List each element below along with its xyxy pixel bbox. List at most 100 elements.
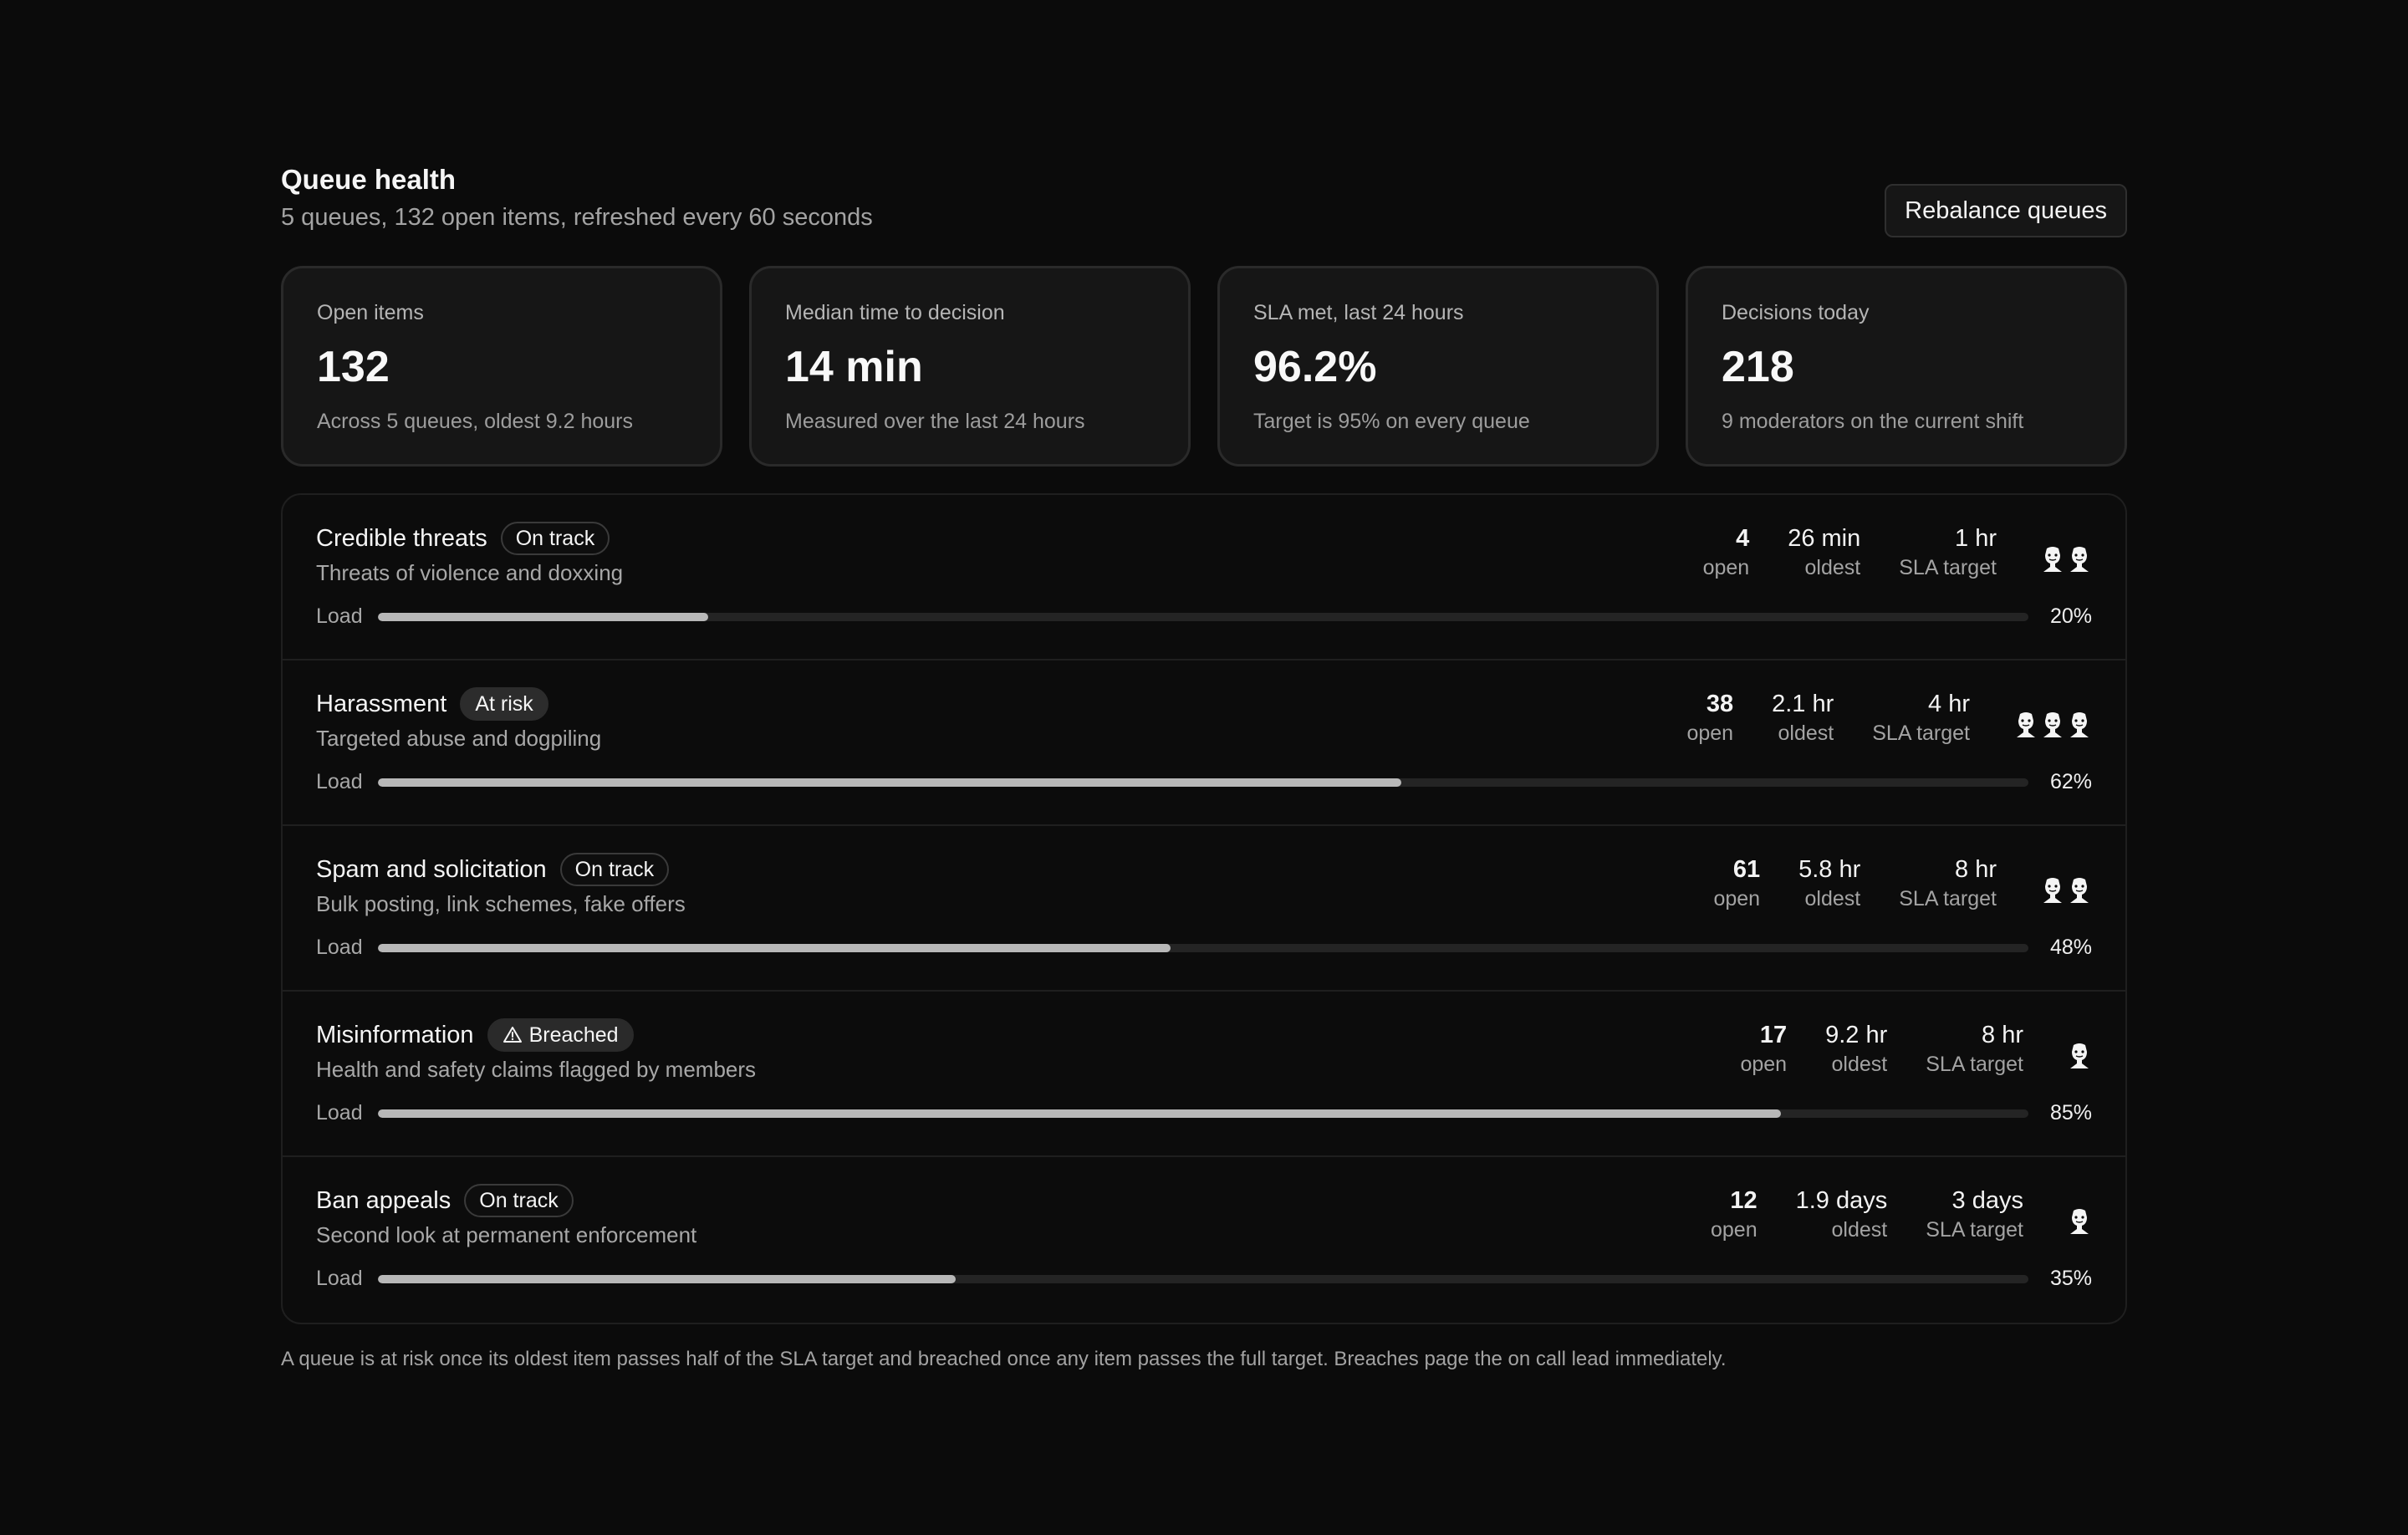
load-bar	[378, 778, 2028, 787]
moderator-avatars	[2040, 545, 2092, 574]
sla-target-label: SLA target	[1899, 887, 1997, 910]
load-bar-fill	[378, 778, 1401, 787]
oldest-label: oldest	[1804, 556, 1861, 579]
queue-row-spam-and-solicitation[interactable]: Spam and solicitation On track Bulk post…	[283, 826, 2125, 992]
oldest-label: oldest	[1778, 722, 1834, 745]
stat-note: Across 5 queues, oldest 9.2 hours	[317, 410, 634, 433]
moderator-avatar-icon	[2070, 1209, 2089, 1234]
queue-health-panel: Queue health 5 queues, 132 open items, r…	[281, 162, 2127, 1373]
queue-heading: Ban appeals On track	[316, 1184, 574, 1217]
queue-metrics: 4 open 26 min oldest 1 hr SLA target	[1703, 523, 1997, 582]
sla-target-value: 1 hr	[1955, 525, 1997, 552]
load-label: Load	[316, 936, 363, 959]
stat-cards: Open items 132 Across 5 queues, oldest 9…	[281, 266, 2127, 467]
load-bar	[378, 1275, 2028, 1283]
queue-name: Harassment	[316, 691, 447, 717]
metric-sla-target: 1 hr SLA target	[1899, 523, 1997, 582]
queue-row-misinformation[interactable]: Misinformation Breached Health and safet…	[283, 992, 2125, 1157]
open-label: open	[1740, 1053, 1788, 1076]
sla-target-label: SLA target	[1899, 556, 1997, 579]
stat-value: 132	[317, 343, 390, 391]
status-label: On track	[479, 1188, 559, 1212]
stat-card-decisions-today: Decisions today 218 9 moderators on the …	[1686, 266, 2127, 467]
open-label: open	[1713, 887, 1761, 910]
open-count: 17	[1759, 1022, 1788, 1048]
queue-description: Second look at permanent enforcement	[316, 1222, 697, 1247]
load-label: Load	[316, 604, 363, 628]
sla-target-value: 8 hr	[1955, 856, 1997, 883]
stat-note: Measured over the last 24 hours	[785, 410, 1085, 433]
footnote: A queue is at risk once its oldest item …	[281, 1348, 1727, 1370]
queue-row-ban-appeals[interactable]: Ban appeals On track Second look at perm…	[283, 1157, 2125, 1323]
moderator-avatars	[2067, 1042, 2092, 1070]
queue-description: Health and safety claims flagged by memb…	[316, 1057, 757, 1082]
open-count: 4	[1736, 525, 1750, 552]
metric-open: 12 open	[1711, 1186, 1758, 1244]
oldest-label: oldest	[1831, 1218, 1888, 1242]
queue-metrics: 12 open 1.9 days oldest 3 days SLA target	[1711, 1186, 2023, 1244]
load-bar-fill	[378, 613, 708, 621]
metric-open: 4 open	[1703, 523, 1750, 582]
open-label: open	[1686, 722, 1734, 745]
sla-target-label: SLA target	[1926, 1053, 2023, 1076]
queue-heading: Spam and solicitation On track	[316, 853, 670, 886]
moderator-avatars	[2040, 876, 2092, 905]
metric-oldest: 5.8 hr oldest	[1798, 854, 1860, 913]
sla-target-value: 4 hr	[1928, 691, 1970, 717]
oldest-label: oldest	[1804, 887, 1861, 910]
stat-value: 96.2%	[1253, 343, 1377, 391]
load-bar-fill	[378, 1109, 1781, 1118]
load-percent: 62%	[2049, 770, 2092, 793]
metric-sla-target: 3 days SLA target	[1926, 1186, 2023, 1244]
load-percent: 35%	[2049, 1267, 2092, 1290]
open-count: 61	[1732, 856, 1761, 883]
load-percent: 20%	[2049, 604, 2092, 628]
rebalance-queues-button[interactable]: Rebalance queues	[1885, 184, 2127, 237]
status-badge: On track	[500, 522, 610, 555]
stat-label: SLA met, last 24 hours	[1253, 301, 1464, 324]
status-badge: Breached	[487, 1018, 634, 1052]
moderator-avatar-icon	[2043, 547, 2062, 572]
open-count: 38	[1706, 691, 1734, 717]
oldest-value: 5.8 hr	[1798, 856, 1861, 883]
stat-label: Decisions today	[1722, 301, 1870, 324]
queue-metrics: 17 open 9.2 hr oldest 8 hr SLA target	[1740, 1020, 2023, 1079]
moderator-avatars	[2067, 1207, 2092, 1236]
stat-note: Target is 95% on every queue	[1253, 410, 1530, 433]
oldest-label: oldest	[1831, 1053, 1888, 1076]
sla-target-label: SLA target	[1926, 1218, 2023, 1242]
warning-triangle-icon	[503, 1027, 522, 1043]
load-label: Load	[316, 770, 363, 793]
metric-sla-target: 4 hr SLA target	[1872, 689, 1970, 747]
load-percent: 85%	[2049, 1101, 2092, 1124]
load-percent: 48%	[2049, 936, 2092, 959]
status-label: At risk	[475, 691, 533, 716]
status-label: Breached	[528, 1022, 619, 1047]
stat-note: 9 moderators on the current shift	[1722, 410, 2024, 433]
load-bar-fill	[378, 944, 1171, 952]
status-badge: On track	[464, 1184, 574, 1217]
moderator-avatar-icon	[2070, 878, 2089, 903]
metric-oldest: 9.2 hr oldest	[1825, 1020, 1887, 1079]
stat-card-median-time: Median time to decision 14 min Measured …	[749, 266, 1191, 467]
load-bar	[378, 944, 2028, 952]
moderator-avatar-icon	[2070, 547, 2089, 572]
queue-description: Targeted abuse and dogpiling	[316, 726, 602, 751]
queue-row-credible-threats[interactable]: Credible threats On track Threats of vio…	[283, 495, 2125, 660]
oldest-value: 26 min	[1788, 525, 1861, 552]
queue-heading: Misinformation Breached	[316, 1018, 634, 1052]
stat-value: 218	[1722, 343, 1794, 391]
moderator-avatar-icon	[2043, 878, 2062, 903]
page-title: Queue health	[281, 164, 457, 195]
status-badge: At risk	[460, 687, 548, 721]
moderator-avatar-icon	[2017, 712, 2035, 737]
load-bar	[378, 613, 2028, 621]
metric-sla-target: 8 hr SLA target	[1926, 1020, 2023, 1079]
queue-heading: Credible threats On track	[316, 522, 610, 555]
oldest-value: 2.1 hr	[1772, 691, 1834, 717]
oldest-value: 9.2 hr	[1825, 1022, 1888, 1048]
stat-label: Open items	[317, 301, 424, 324]
stat-value: 14 min	[785, 343, 923, 391]
load-bar-fill	[378, 1275, 956, 1283]
queue-row-harassment[interactable]: Harassment At risk Targeted abuse and do…	[283, 660, 2125, 826]
